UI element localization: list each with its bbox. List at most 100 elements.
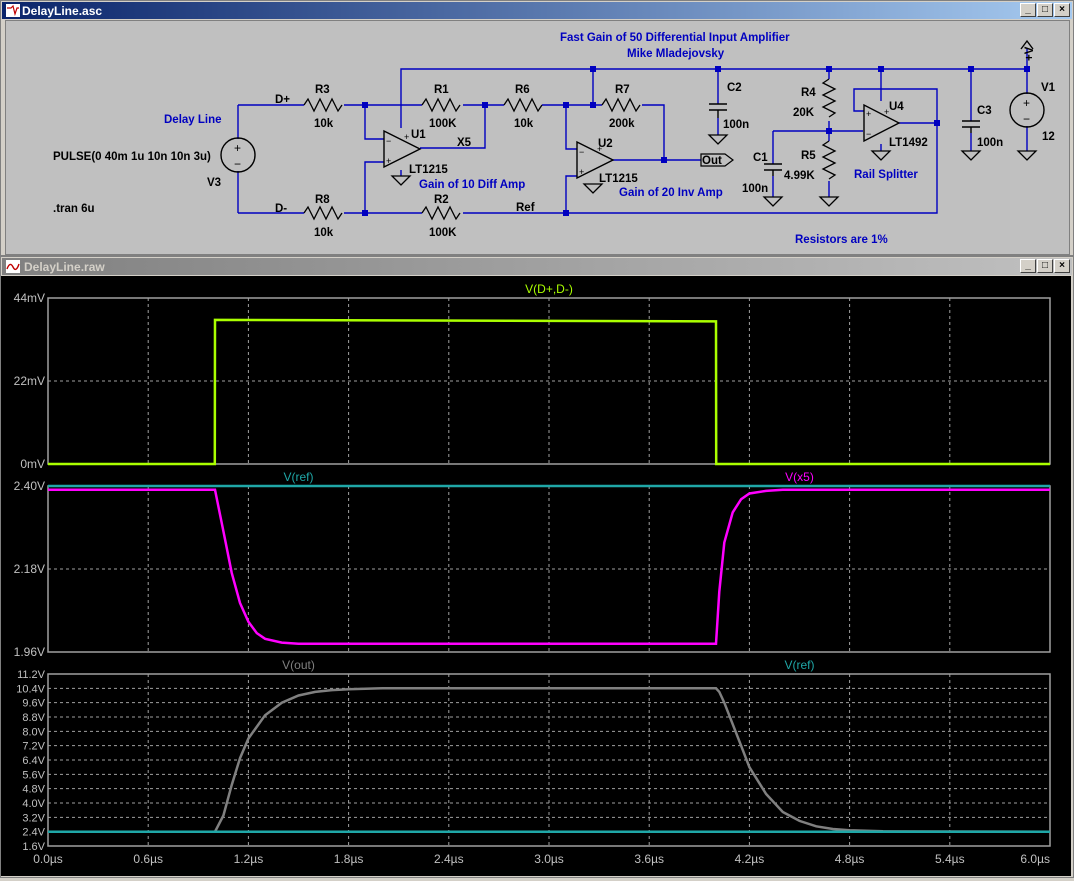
x-tick-label: 3.6µs — [634, 852, 664, 866]
label-r8v: 10k — [314, 227, 334, 239]
trace-label: V(out) — [282, 658, 315, 672]
x-tick-label: 3.0µs — [534, 852, 564, 866]
label-out: Out — [702, 155, 722, 167]
svg-text:+: + — [404, 132, 409, 142]
label-r4v: 20K — [793, 107, 815, 119]
trace-label: V(D+,D-) — [525, 282, 573, 296]
label-u1p: LT1215 — [409, 164, 448, 176]
capacitors — [709, 103, 980, 176]
r4-symbol — [821, 78, 837, 118]
plot-minimize-button[interactable]: _ — [1020, 259, 1036, 273]
label-u2p: LT1215 — [599, 173, 638, 185]
label-vplus: +V — [1024, 46, 1036, 61]
r3-symbol — [303, 97, 343, 113]
label-r2: R2 — [434, 194, 449, 206]
plot-titlebar[interactable]: DelayLine.raw _ □ × — [2, 258, 1072, 275]
y-tick-label: 4.8V — [22, 784, 45, 796]
label-c3v: 100n — [977, 137, 1003, 149]
y-tick-label: 2.40V — [14, 479, 45, 493]
y-tick-label: 4.0V — [22, 798, 45, 810]
label-r1v: 100K — [429, 118, 457, 130]
svg-text:+: + — [866, 109, 871, 119]
trace-label: V(ref) — [284, 470, 314, 484]
component-labels: D+ D- R3 10k R8 10k R1 100K R2 100K R6 1… — [53, 46, 1056, 239]
minimize-button[interactable]: _ — [1020, 3, 1036, 17]
label-r6v: 10k — [514, 118, 534, 130]
y-tick-label: 11.2V — [17, 669, 46, 681]
label-u4: U4 — [889, 101, 904, 113]
schematic-titlebar[interactable]: DelayLine.asc _ □ × — [2, 2, 1072, 19]
label-r7v: 200k — [609, 118, 635, 130]
svg-text:−: − — [234, 157, 241, 171]
y-tick-label: 5.6V — [22, 769, 45, 781]
label-v1v: 12 — [1042, 131, 1055, 143]
label-u1: U1 — [411, 129, 426, 141]
svg-text:+: + — [579, 167, 584, 177]
svg-text:−: − — [579, 147, 584, 157]
label-r7: R7 — [615, 84, 630, 96]
label-r6: R6 — [515, 84, 530, 96]
x-tick-label: 2.4µs — [434, 852, 464, 866]
plot-maximize-button[interactable]: □ — [1037, 259, 1053, 273]
x-tick-label: 0.6µs — [133, 852, 163, 866]
y-tick-label: 6.4V — [22, 755, 45, 767]
y-tick-label: 22mV — [14, 374, 45, 388]
schematic-title-line1: Fast Gain of 50 Differential Input Ampli… — [560, 32, 790, 44]
label-gain10: Gain of 10 Diff Amp — [419, 179, 525, 191]
x-tick-label: 4.8µs — [835, 852, 865, 866]
y-tick-label: 0mV — [20, 457, 45, 471]
r7-symbol — [601, 97, 641, 113]
label-r5v: 4.99K — [784, 170, 815, 182]
waveform-app-icon — [6, 260, 20, 273]
x-tick-label: 6.0µs — [1020, 852, 1050, 866]
label-tran: .tran 6u — [53, 203, 95, 215]
label-c3: C3 — [977, 105, 992, 117]
schematic-app-icon — [6, 4, 20, 17]
svg-text:+: + — [234, 141, 241, 155]
y-tick-label: 2.4V — [22, 827, 45, 839]
y-tick-label: 8.8V — [22, 712, 45, 724]
label-x5: X5 — [457, 137, 472, 149]
waveform-plot[interactable]: 44mV 22mV 0mV V(D+,D-) 2.40V 2.18V 1.96V V(ref)… — [1, 276, 1071, 876]
label-r3: R3 — [315, 84, 330, 96]
voltage-sources — [220, 39, 1045, 173]
label-u2: U2 — [598, 138, 613, 150]
waveform-viewer[interactable]: 44mV 22mV 0mV V(D+,D-) 2.40V 2.18V 1.96V V(ref)… — [1, 276, 1071, 876]
label-dplus: D+ — [275, 94, 290, 106]
trace-label: V(x5) — [785, 470, 814, 484]
y-tick-label: 7.2V — [22, 741, 45, 753]
label-ref: Ref — [516, 202, 535, 214]
y-tick-label: 44mV — [14, 291, 45, 305]
x-tick-label: 4.2µs — [735, 852, 765, 866]
c1-symbol — [764, 163, 782, 176]
svg-text:−: − — [866, 129, 871, 139]
label-u4p: LT1492 — [889, 137, 928, 149]
label-v1: V1 — [1041, 82, 1056, 94]
label-c2v: 100n — [723, 119, 749, 131]
label-r3v: 10k — [314, 118, 334, 130]
svg-text:−: − — [386, 136, 391, 146]
label-r1: R1 — [434, 84, 449, 96]
y-tick-label: 9.6V — [22, 698, 45, 710]
plot-close-button[interactable]: × — [1054, 259, 1070, 273]
label-pulse: PULSE(0 40m 1u 10n 10n 3u) — [53, 151, 211, 163]
label-r8: R8 — [315, 194, 330, 206]
schematic-drawing: +− +− +−+ +−+ ++− D+ D- R3 10k R8 10k R1… — [53, 32, 1056, 246]
y-tick-label: 1.96V — [14, 645, 45, 659]
r5-symbol — [821, 140, 837, 180]
r8-symbol — [303, 205, 343, 221]
close-button[interactable]: × — [1054, 3, 1070, 17]
maximize-button[interactable]: □ — [1037, 3, 1053, 17]
label-r4: R4 — [801, 87, 816, 99]
c3-symbol — [962, 120, 980, 133]
x-tick-label: 1.2µs — [234, 852, 264, 866]
label-v3: V3 — [207, 177, 221, 189]
x-tick-label: 0.0µs — [33, 852, 63, 866]
label-resistors: Resistors are 1% — [795, 234, 888, 246]
y-tick-label: 10.4V — [16, 683, 45, 695]
x-tick-label: 1.8µs — [334, 852, 364, 866]
schematic-canvas[interactable]: + − + − + − + + − + + + − D+ D- R3 10k R8 10k R1… — [5, 20, 1070, 255]
schematic-title-line2: Mike Mladejovsky — [627, 48, 725, 60]
y-tick-label: 2.18V — [14, 562, 45, 576]
svg-text:+: + — [1023, 96, 1030, 110]
